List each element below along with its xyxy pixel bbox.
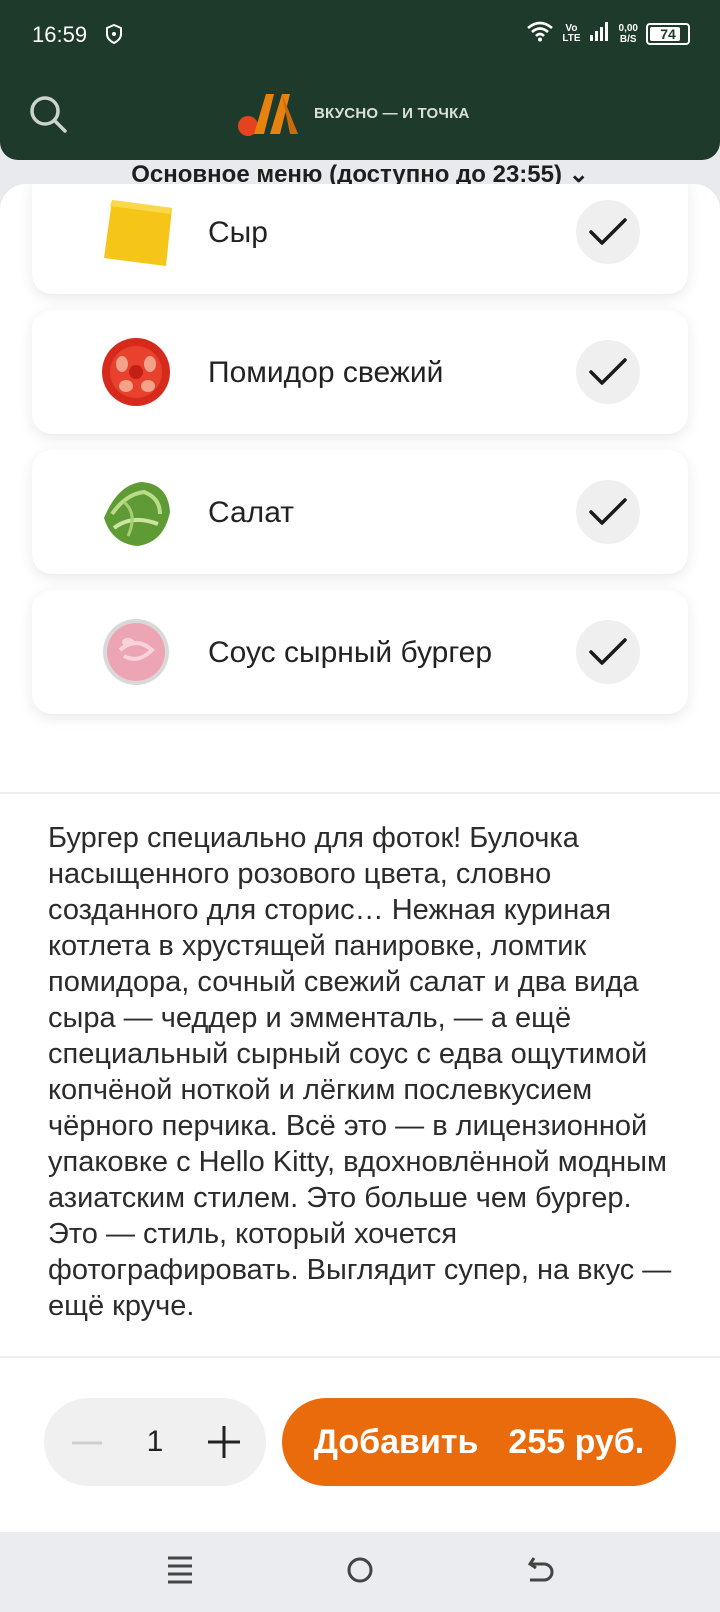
app-header: 16:59 Vo LTE 0,00 B/S 74 ВКУСНО — И ТОЧК… — [0, 0, 720, 160]
lettuce-image — [104, 482, 170, 546]
ingredient-card[interactable]: Сыр — [32, 184, 688, 294]
add-button-label: Добавить — [313, 1422, 479, 1461]
ingredient-card[interactable]: Помидор свежий — [32, 310, 688, 434]
status-bar: 16:59 Vo LTE 0,00 B/S 74 — [0, 14, 720, 56]
ingredient-card[interactable]: Салат — [32, 450, 688, 574]
logo-text: ВКУСНО — И ТОЧКА — [314, 104, 470, 122]
home-icon[interactable] — [346, 1554, 374, 1591]
product-description: Бургер специально для фоток! Булочка нас… — [48, 822, 672, 1322]
network-speed: 0,00 B/S — [618, 22, 638, 45]
ingredient-card[interactable]: Соус сырный бургер — [32, 590, 688, 714]
check-icon[interactable] — [576, 480, 640, 544]
check-icon[interactable] — [576, 200, 640, 264]
sauce-image — [103, 619, 169, 685]
recent-apps-icon[interactable] — [166, 1554, 194, 1591]
divider — [0, 1356, 720, 1358]
cheese-image — [104, 200, 172, 266]
battery-level: 74 — [660, 25, 676, 42]
ingredient-label: Помидор свежий — [208, 356, 444, 389]
check-icon[interactable] — [576, 620, 640, 684]
battery-icon: 74 — [646, 22, 690, 45]
add-to-cart-button[interactable]: Добавить 255 руб. — [282, 1398, 676, 1486]
ingredient-label: Сыр — [208, 216, 268, 249]
check-icon[interactable] — [576, 340, 640, 404]
back-icon[interactable] — [526, 1554, 556, 1591]
signal-icon — [589, 21, 611, 46]
price-label: 255 руб. — [508, 1422, 645, 1461]
status-time: 16:59 — [32, 22, 88, 47]
ingredient-label: Салат — [208, 496, 294, 529]
wifi-icon — [526, 20, 554, 47]
brand-logo: ВКУСНО — И ТОЧКА — [236, 88, 470, 138]
status-indicators: Vo LTE 0,00 B/S 74 — [526, 20, 690, 47]
network-type: Vo LTE — [562, 22, 581, 44]
plus-icon[interactable] — [206, 1424, 242, 1460]
quantity-stepper: 1 — [44, 1398, 266, 1486]
divider — [0, 792, 720, 794]
tomato-image — [102, 338, 170, 406]
search-icon[interactable] — [28, 94, 68, 139]
system-nav-bar — [0, 1532, 720, 1612]
product-sheet: Сыр Помидор свежий Салат Соус сырный бур… — [0, 184, 720, 1532]
logo-mark-icon — [238, 94, 298, 136]
ingredient-label: Соус сырный бургер — [208, 636, 493, 669]
shield-icon — [106, 23, 122, 49]
